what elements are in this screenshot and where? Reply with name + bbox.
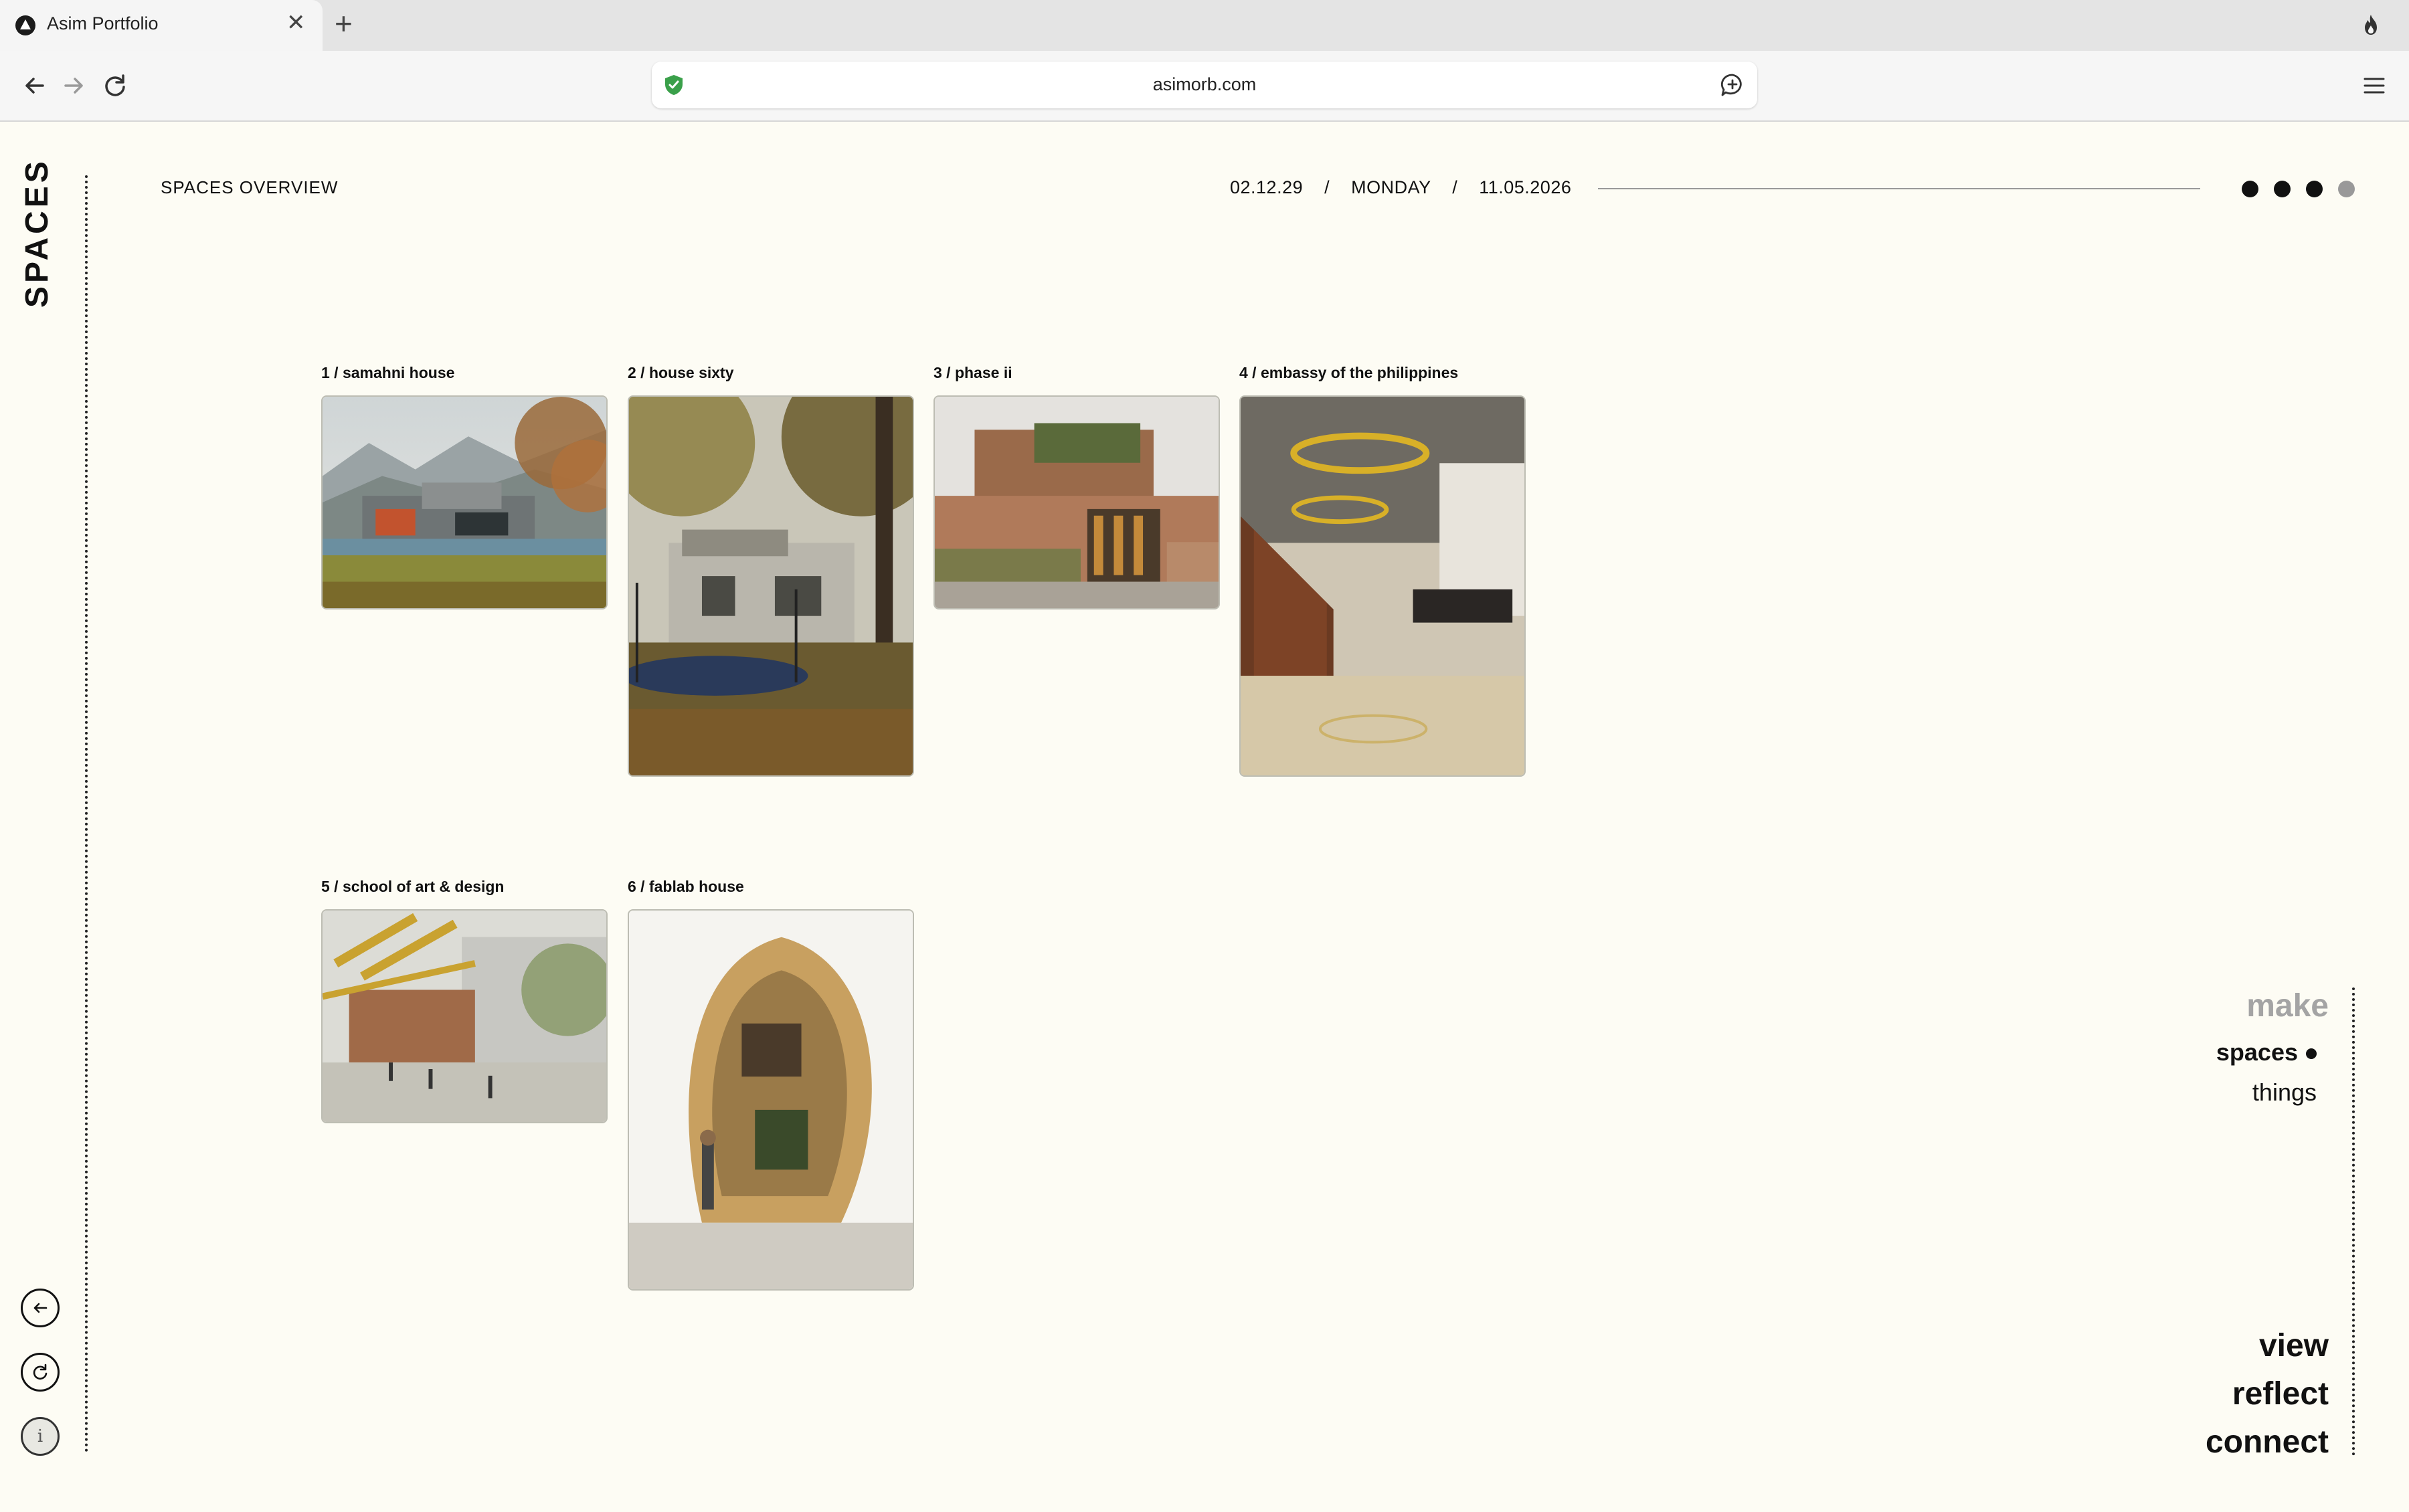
page-dot[interactable] [2274, 181, 2291, 197]
browser-toolbar: asimorb.com [0, 51, 2409, 122]
favicon-icon [15, 15, 35, 35]
fablab-pavilion-image [629, 911, 913, 1289]
tab-close-icon[interactable]: ✕ [286, 9, 306, 36]
project-thumbnail[interactable] [933, 395, 1220, 609]
info-button[interactable]: i [21, 1417, 60, 1456]
back-button[interactable] [21, 1289, 60, 1327]
page-dot[interactable] [2306, 181, 2323, 197]
address-bar[interactable]: asimorb.com [652, 62, 1757, 108]
calendar-date: 11.05.2026 [1479, 177, 1572, 197]
project-thumbnail[interactable] [628, 395, 914, 777]
reload-icon[interactable] [96, 67, 134, 104]
refresh-button[interactable] [21, 1353, 60, 1392]
url-text: asimorb.com [1152, 74, 1257, 94]
project-card[interactable]: 2 / house sixty [628, 364, 914, 777]
page-dot[interactable] [2242, 181, 2258, 197]
nav-spaces[interactable]: spaces [2216, 1038, 2317, 1066]
page-heading: SPACES OVERVIEW [161, 177, 339, 197]
nav-spaces-label: spaces [2216, 1038, 2298, 1066]
project-thumbnail[interactable] [321, 909, 608, 1123]
page-indicator [2242, 181, 2370, 198]
project-title: 6 / fablab house [628, 878, 744, 895]
info-icon: i [37, 1426, 43, 1446]
nav-things[interactable]: things [2252, 1078, 2317, 1107]
tab-title: Asim Portfolio [47, 13, 159, 33]
nav-connect[interactable]: connect [2206, 1424, 2329, 1460]
arrow-left-icon [33, 1303, 48, 1313]
house-with-trampoline-image [629, 397, 913, 775]
header-rule [1598, 188, 2200, 189]
project-title: 2 / house sixty [628, 364, 734, 381]
refresh-icon [33, 1363, 48, 1380]
date-separator: / [1324, 177, 1330, 197]
back-arrow-icon[interactable] [16, 67, 54, 104]
project-thumbnail[interactable] [321, 395, 608, 609]
new-tab-button[interactable]: + [335, 5, 353, 41]
nav-view[interactable]: view [2259, 1327, 2329, 1364]
weekday: MONDAY [1351, 177, 1431, 197]
page-dot[interactable] [2338, 181, 2355, 197]
chat-icon[interactable] [1720, 72, 1745, 98]
project-card[interactable]: 4 / embassy of the philippines [1239, 364, 1526, 777]
house-in-mountains-image [323, 397, 606, 608]
date-line: 02.12.29 / MONDAY / 11.05.2026 [1230, 177, 1571, 198]
brick-building-image [935, 397, 1219, 608]
section-title: SPACES [19, 158, 55, 308]
project-title: 1 / samahni house [321, 364, 455, 381]
school-courtyard-image [323, 911, 606, 1122]
date-separator: / [1452, 177, 1458, 197]
tab-bar: Asim Portfolio ✕ + [0, 0, 2409, 51]
active-bullet-icon [2306, 1048, 2317, 1060]
project-card[interactable]: 5 / school of art & design [321, 878, 608, 1123]
project-card[interactable]: 3 / phase ii [933, 364, 1220, 609]
project-title: 4 / embassy of the philippines [1239, 364, 1459, 381]
project-thumbnail[interactable] [628, 909, 914, 1291]
forward-arrow-icon[interactable] [55, 67, 92, 104]
flame-icon[interactable] [2362, 13, 2380, 36]
project-thumbnail[interactable] [1239, 395, 1526, 777]
embassy-lobby-image [1241, 397, 1524, 775]
project-title: 5 / school of art & design [321, 878, 505, 895]
project-title: 3 / phase ii [933, 364, 1012, 381]
nav-make[interactable]: make [2246, 987, 2329, 1024]
menu-icon[interactable] [2362, 74, 2386, 98]
project-card[interactable]: 6 / fablab house [628, 878, 914, 1291]
clock-time: 02.12.29 [1230, 177, 1304, 197]
dotted-divider-left [85, 175, 88, 1453]
project-card[interactable]: 1 / samahni house [321, 364, 608, 609]
dotted-divider-right [2352, 987, 2355, 1456]
browser-tab[interactable]: Asim Portfolio ✕ [0, 0, 323, 51]
nav-reflect[interactable]: reflect [2232, 1376, 2329, 1412]
